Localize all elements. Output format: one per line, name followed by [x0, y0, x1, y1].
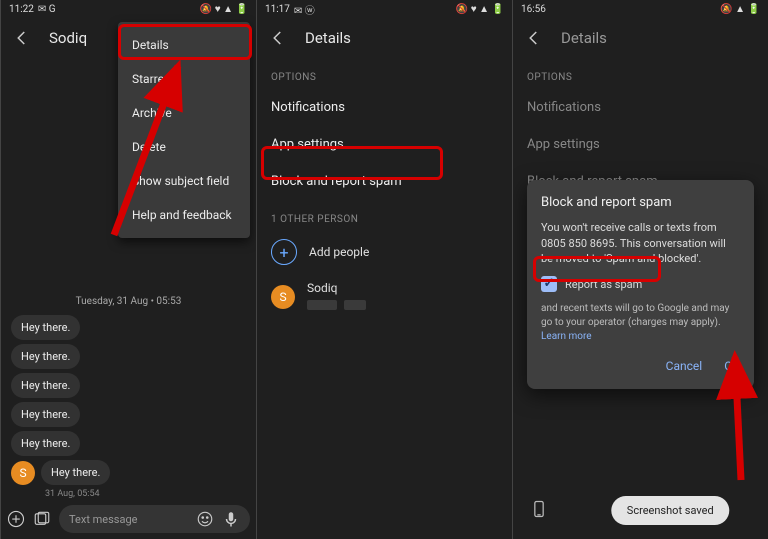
status-notif-icons: ✉ ⓦ	[294, 2, 315, 17]
message-bubble[interactable]: Hey there.	[11, 373, 80, 398]
avatar[interactable]: S	[11, 461, 35, 485]
option-app-settings[interactable]: App settings	[257, 126, 512, 163]
page-title: Details	[305, 29, 351, 47]
gallery-icon[interactable]	[33, 510, 51, 528]
panel-details: 11:17 ✉ ⓦ 🔕 ♥ ▲ 🔋 Details OPTIONS Notifi…	[256, 0, 512, 539]
person-row[interactable]: S Sodiq	[257, 273, 512, 321]
composer: Text message	[7, 503, 250, 535]
section-label-people: 1 OTHER PERSON	[257, 200, 512, 231]
details-header: Details	[513, 18, 768, 58]
panel-dialog: 16:56 🔕 ▲ 🔋 Details OPTIONS Notification…	[512, 0, 768, 539]
dialog-title: Block and report spam	[541, 194, 740, 212]
menu-item-details[interactable]: Details	[118, 28, 250, 62]
option-app-settings[interactable]: App settings	[513, 126, 768, 163]
ok-button[interactable]: OK	[724, 358, 740, 375]
dialog-body: You won't receive calls or texts from 08…	[541, 220, 740, 266]
dialog-fineprint: and recent texts will go to Google and m…	[541, 302, 740, 344]
message-list: Tuesday, 31 Aug • 05:53 Hey there. Hey t…	[1, 296, 256, 499]
message-bubble[interactable]: Hey there.	[41, 460, 110, 485]
option-block-spam[interactable]: Block and report spam	[257, 163, 512, 200]
section-label-options: OPTIONS	[513, 58, 768, 89]
option-notifications[interactable]: Notifications	[257, 89, 512, 126]
block-spam-dialog: Block and report spam You won't receive …	[527, 180, 754, 389]
screenshot-toast: Screenshot saved	[611, 496, 730, 525]
menu-item-help[interactable]: Help and feedback	[118, 198, 250, 232]
message-bubble[interactable]: Hey there.	[11, 315, 80, 340]
menu-item-starred[interactable]: Starred	[118, 62, 250, 96]
phone-icon[interactable]	[529, 499, 549, 519]
avatar: S	[271, 285, 295, 309]
message-time: 31 Aug, 05:54	[45, 489, 246, 499]
menu-item-archive[interactable]: Archive	[118, 96, 250, 130]
add-icon: +	[271, 239, 297, 265]
clock: 16:56	[521, 4, 546, 15]
back-icon[interactable]	[525, 29, 543, 47]
message-bubble[interactable]: Hey there.	[11, 402, 80, 427]
status-bar: 16:56 🔕 ▲ 🔋	[513, 0, 768, 18]
message-bubble[interactable]: Hey there.	[11, 431, 80, 456]
status-bar: 11:22 ✉ G 🔕 ♥ ▲ 🔋	[1, 0, 256, 18]
report-spam-checkbox[interactable]: ✓ Report as spam	[541, 276, 740, 292]
message-bubble[interactable]: Hey there.	[11, 344, 80, 369]
person-name: Sodiq	[307, 281, 366, 295]
status-right: 🔕 ♥ ▲ 🔋	[456, 4, 504, 15]
plus-icon[interactable]	[7, 510, 25, 528]
masked-info	[307, 300, 337, 310]
overflow-menu: Details Starred Archive Delete Show subj…	[118, 22, 250, 238]
back-icon[interactable]	[13, 29, 31, 47]
option-notifications[interactable]: Notifications	[513, 89, 768, 126]
status-right: 🔕 ▲ 🔋	[720, 4, 760, 15]
menu-item-delete[interactable]: Delete	[118, 130, 250, 164]
section-label-options: OPTIONS	[257, 58, 512, 89]
learn-more-link[interactable]: Learn more	[541, 331, 592, 342]
menu-item-subject[interactable]: Show subject field	[118, 164, 250, 198]
date-divider: Tuesday, 31 Aug • 05:53	[11, 296, 246, 307]
mic-icon[interactable]	[222, 510, 240, 528]
panel-messages: 11:22 ✉ G 🔕 ♥ ▲ 🔋 Sodiq Details Starred …	[0, 0, 256, 539]
status-notif-icons: ✉ G	[38, 4, 56, 15]
clock: 11:17	[265, 4, 290, 15]
add-people-row[interactable]: + Add people	[257, 231, 512, 273]
masked-info	[344, 300, 366, 310]
placeholder: Text message	[69, 513, 137, 526]
chat-title: Sodiq	[49, 29, 87, 47]
clock: 11:22	[9, 4, 34, 15]
cancel-button[interactable]: Cancel	[666, 358, 703, 375]
status-bar: 11:17 ✉ ⓦ 🔕 ♥ ▲ 🔋	[257, 0, 512, 18]
checkbox-checked-icon: ✓	[541, 276, 557, 292]
message-input[interactable]: Text message	[59, 505, 250, 533]
details-header: Details	[257, 18, 512, 58]
emoji-icon[interactable]	[196, 510, 214, 528]
back-icon[interactable]	[269, 29, 287, 47]
status-right: 🔕 ♥ ▲ 🔋	[200, 4, 248, 15]
add-label: Add people	[309, 245, 369, 259]
checkbox-label: Report as spam	[565, 277, 642, 292]
page-title: Details	[561, 29, 607, 47]
